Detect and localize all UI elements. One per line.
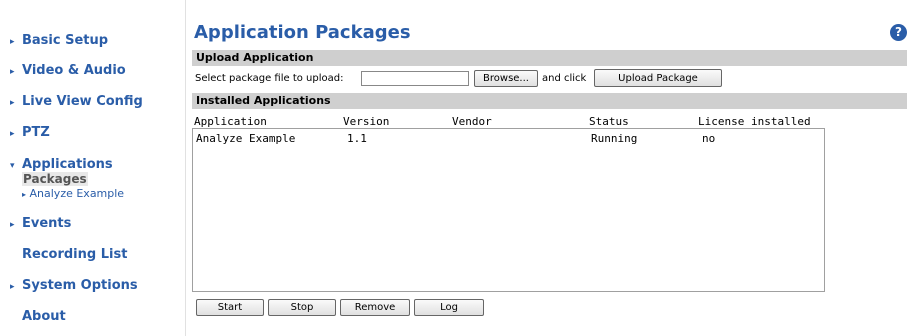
- sidebar-item-label: Live View Config: [22, 94, 143, 109]
- sidebar-item-system-options[interactable]: ▸ System Options: [10, 278, 138, 293]
- upload-package-button[interactable]: Upload Package: [594, 69, 722, 87]
- sidebar-subitem-analyze-example[interactable]: ▸ Analyze Example: [22, 187, 124, 200]
- chevron-right-icon: ▸: [10, 220, 15, 230]
- cell-version: 1.1: [347, 132, 367, 145]
- select-package-label: Select package file to upload:: [195, 73, 344, 84]
- chevron-right-icon: ▸: [10, 282, 15, 292]
- help-icon[interactable]: ?: [890, 24, 907, 41]
- chevron-right-icon: ▸: [10, 67, 15, 77]
- sidebar-item-label: Applications: [22, 157, 113, 172]
- chevron-down-icon: ▾: [10, 161, 15, 171]
- sidebar-item-label: Basic Setup: [22, 33, 109, 48]
- chevron-right-icon: ▸: [10, 98, 15, 108]
- installed-applications-list[interactable]: Analyze Example 1.1 Running no: [192, 128, 825, 292]
- page-title: Application Packages: [194, 22, 411, 43]
- chevron-right-icon: ▸: [22, 190, 27, 199]
- sidebar-subitem-label: Analyze Example: [29, 187, 125, 200]
- sidebar-item-ptz[interactable]: ▸ PTZ: [10, 125, 50, 140]
- sidebar: ▸ Basic Setup ▸ Video & Audio ▸ Live View C…: [0, 0, 186, 336]
- sidebar-item-label: Video & Audio: [22, 63, 126, 78]
- sidebar-item-label: Recording List: [22, 247, 128, 262]
- chevron-right-icon: ▸: [10, 129, 15, 139]
- upload-section-header: Upload Application: [192, 50, 907, 66]
- browse-button[interactable]: Browse...: [474, 70, 538, 87]
- remove-button[interactable]: Remove: [340, 299, 410, 316]
- installed-section-header: Installed Applications: [192, 93, 907, 109]
- log-button[interactable]: Log: [414, 299, 484, 316]
- sidebar-item-events[interactable]: ▸ Events: [10, 216, 71, 231]
- sidebar-item-video-audio[interactable]: ▸ Video & Audio: [10, 63, 126, 78]
- cell-status: Running: [591, 132, 638, 145]
- sidebar-item-label: PTZ: [22, 125, 50, 140]
- chevron-right-icon: ▸: [10, 37, 15, 47]
- cell-application: Analyze Example: [196, 132, 296, 145]
- sidebar-item-label: System Options: [22, 278, 138, 293]
- sidebar-item-recording-list[interactable]: Recording List: [22, 247, 127, 262]
- column-header-application: Application: [194, 115, 267, 128]
- sidebar-item-applications[interactable]: ▾ Applications: [10, 157, 113, 172]
- sidebar-item-about[interactable]: About: [22, 309, 66, 324]
- column-header-version: Version: [343, 115, 390, 128]
- column-header-license: License installed: [698, 115, 811, 128]
- cell-license: no: [702, 132, 716, 145]
- sidebar-item-label: About: [22, 309, 66, 324]
- column-header-status: Status: [589, 115, 629, 128]
- package-file-input[interactable]: [361, 71, 469, 86]
- stop-button[interactable]: Stop: [268, 299, 336, 316]
- start-button[interactable]: Start: [196, 299, 264, 316]
- sidebar-item-live-view-config[interactable]: ▸ Live View Config: [10, 94, 143, 109]
- sidebar-item-basic-setup[interactable]: ▸ Basic Setup: [10, 33, 108, 48]
- column-header-vendor: Vendor: [452, 115, 492, 128]
- and-click-label: and click: [542, 73, 587, 84]
- sidebar-subitem-packages[interactable]: Packages: [22, 172, 88, 186]
- sidebar-item-label: Events: [22, 216, 72, 231]
